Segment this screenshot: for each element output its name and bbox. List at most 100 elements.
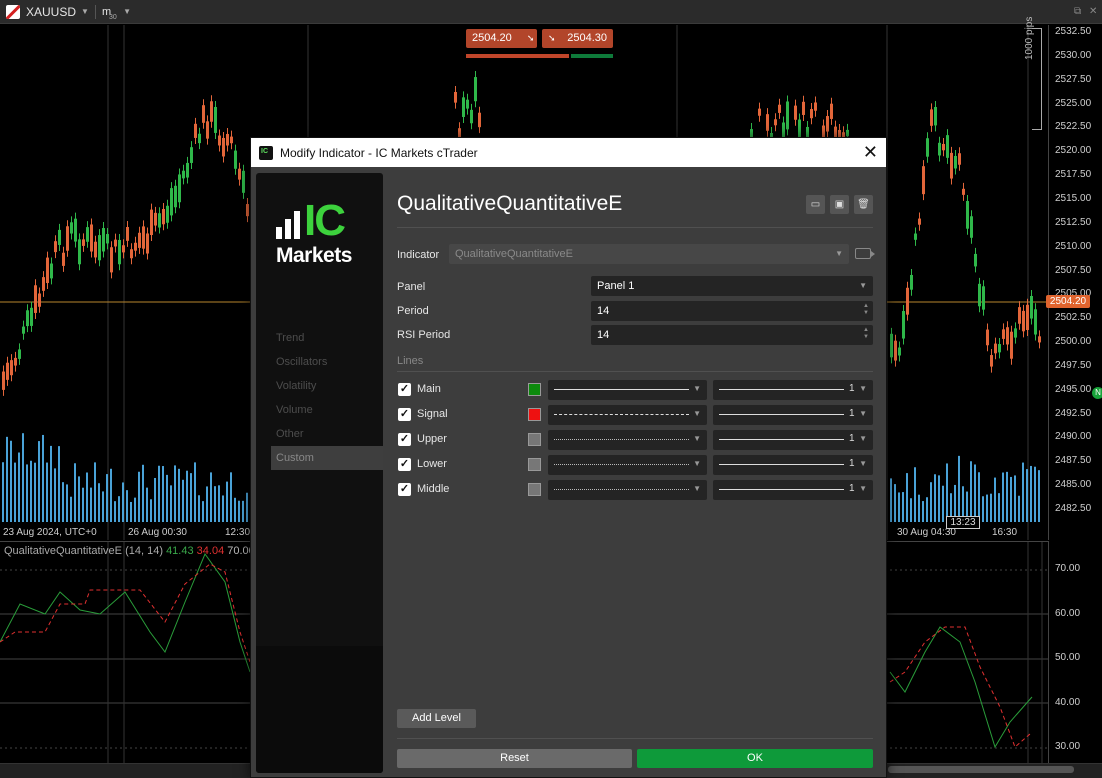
- period-stepper[interactable]: 14 ▲ ▼: [591, 301, 873, 321]
- candle-body: [994, 343, 997, 354]
- sidebar-footer: [256, 646, 383, 773]
- candle-body: [114, 239, 117, 247]
- sidebar-item-other[interactable]: Other: [256, 422, 383, 446]
- line-color-swatch[interactable]: [528, 408, 541, 421]
- candle-body: [766, 114, 769, 131]
- sidebar-item-oscillators[interactable]: Oscillators: [256, 350, 383, 374]
- sidebar-item-volume[interactable]: Volume: [256, 398, 383, 422]
- indicator-legend-main: 41.43: [166, 545, 194, 557]
- volume-bar: [894, 484, 896, 522]
- candle-body: [478, 112, 481, 128]
- candle-body: [926, 138, 929, 157]
- reset-button[interactable]: Reset: [397, 749, 632, 768]
- price-axis[interactable]: 2532.50 2530.00 2527.50 2525.00 2522.50 2520.…: [1048, 25, 1102, 540]
- volume-bar: [114, 501, 116, 522]
- candle-body: [86, 227, 89, 242]
- volume-bar: [938, 475, 940, 522]
- price-axis-tick: 2532.50: [1055, 26, 1092, 37]
- rsi-period-stepper[interactable]: 14 ▲ ▼: [591, 325, 873, 345]
- symbol-chevron-down-icon[interactable]: ▼: [81, 7, 89, 16]
- line-width-select[interactable]: 1 ▼: [713, 455, 873, 475]
- volume-bar: [134, 497, 136, 522]
- buy-quote-button[interactable]: ➘ 2504.30: [542, 29, 613, 48]
- line-style-select[interactable]: ▼: [548, 455, 707, 475]
- chevron-down-icon: ▼: [859, 484, 867, 493]
- volume-bar: [934, 474, 936, 522]
- panel-select[interactable]: Panel 1 ▼: [591, 276, 873, 296]
- dialog-titlebar[interactable]: Modify Indicator - IC Markets cTrader ✕: [251, 138, 886, 167]
- volume-bar: [946, 463, 948, 522]
- candle-body: [814, 102, 817, 111]
- delete-icon[interactable]: 🗑: [854, 195, 873, 214]
- volume-bar: [138, 471, 140, 522]
- ok-button[interactable]: OK: [637, 749, 873, 768]
- volume-bar: [970, 461, 972, 522]
- candle-body: [98, 235, 101, 261]
- line-enabled-checkbox[interactable]: ✓: [398, 458, 411, 471]
- volume-bar: [26, 464, 28, 522]
- candle-body: [954, 155, 957, 169]
- line-color-swatch[interactable]: [528, 458, 541, 471]
- news-badge[interactable]: N: [1092, 387, 1102, 399]
- candle-body: [962, 188, 965, 195]
- candle-body: [138, 232, 141, 248]
- line-color-swatch[interactable]: [528, 433, 541, 446]
- line-width-select[interactable]: 1 ▼: [713, 405, 873, 425]
- sidebar-item-trend[interactable]: Trend: [256, 326, 383, 350]
- candle-body: [890, 333, 893, 358]
- volume-bar: [238, 500, 240, 522]
- chevron-down-icon: ▼: [835, 249, 843, 258]
- close-chart-icon[interactable]: ✕: [1089, 6, 1097, 17]
- volume-bar: [50, 445, 52, 522]
- open-template-icon[interactable]: ▭: [806, 195, 825, 214]
- indicator-legend[interactable]: QualitativeQuantitativeE (14, 14) 41.43 …: [4, 545, 255, 557]
- stepper-arrows-icon[interactable]: ▲ ▼: [863, 327, 869, 341]
- line-style-select[interactable]: ▼: [548, 405, 707, 425]
- sidebar-item-volatility[interactable]: Volatility: [256, 374, 383, 398]
- volume-bar: [174, 465, 176, 522]
- timeframe-selector[interactable]: m 30: [102, 6, 117, 21]
- chart-toolbar: XAUUSD ▼ m 30 ▼ ⧉ ✕: [0, 0, 1102, 24]
- line-color-swatch[interactable]: [528, 383, 541, 396]
- add-level-button[interactable]: Add Level: [397, 709, 476, 728]
- line-width-select[interactable]: 1 ▼: [713, 430, 873, 450]
- line-width-select[interactable]: 1 ▼: [713, 380, 873, 400]
- scrollbar-thumb[interactable]: [888, 766, 1074, 773]
- sell-quote-button[interactable]: 2504.20 ➘: [466, 29, 537, 48]
- volume-bar: [158, 465, 160, 522]
- line-color-swatch[interactable]: [528, 483, 541, 496]
- stepper-arrows-icon[interactable]: ▲ ▼: [863, 303, 869, 317]
- sell-volume-bar: [466, 54, 569, 58]
- save-template-icon[interactable]: ▣: [830, 195, 849, 214]
- line-style-select[interactable]: ▼: [548, 380, 707, 400]
- line-name: Main: [417, 383, 441, 395]
- camera-icon[interactable]: [855, 248, 875, 259]
- line-style-preview: [554, 464, 689, 465]
- sidebar-item-custom[interactable]: Custom: [271, 446, 383, 470]
- candle-body: [894, 340, 897, 361]
- candle-body: [1006, 327, 1009, 345]
- candle-body: [50, 263, 53, 279]
- timeframe-value: 30: [108, 13, 117, 21]
- line-name: Lower: [417, 458, 447, 470]
- line-enabled-checkbox[interactable]: ✓: [398, 383, 411, 396]
- candle-body: [990, 355, 993, 367]
- line-enabled-checkbox[interactable]: ✓: [398, 483, 411, 496]
- popout-icon[interactable]: ⧉: [1074, 6, 1081, 17]
- timeframe-chevron-down-icon[interactable]: ▼: [123, 7, 131, 16]
- indicator-axis[interactable]: 70.00 60.00 50.00 40.00 30.00: [1048, 541, 1102, 763]
- close-icon[interactable]: ✕: [863, 142, 878, 162]
- line-width-value: 1: [849, 458, 855, 469]
- line-enabled-checkbox[interactable]: ✓: [398, 433, 411, 446]
- line-style-select[interactable]: ▼: [548, 430, 707, 450]
- candle-body: [178, 174, 181, 203]
- line-enabled-checkbox[interactable]: ✓: [398, 408, 411, 421]
- candle-body: [206, 121, 209, 139]
- volume-bar: [126, 490, 128, 522]
- candle-body: [182, 170, 185, 179]
- line-style-select[interactable]: ▼: [548, 480, 707, 500]
- symbol-selector[interactable]: XAUUSD: [26, 5, 76, 19]
- volume-bar: [166, 474, 168, 522]
- indicator-legend-signal: 34.04: [196, 545, 225, 557]
- line-width-select[interactable]: 1 ▼: [713, 480, 873, 500]
